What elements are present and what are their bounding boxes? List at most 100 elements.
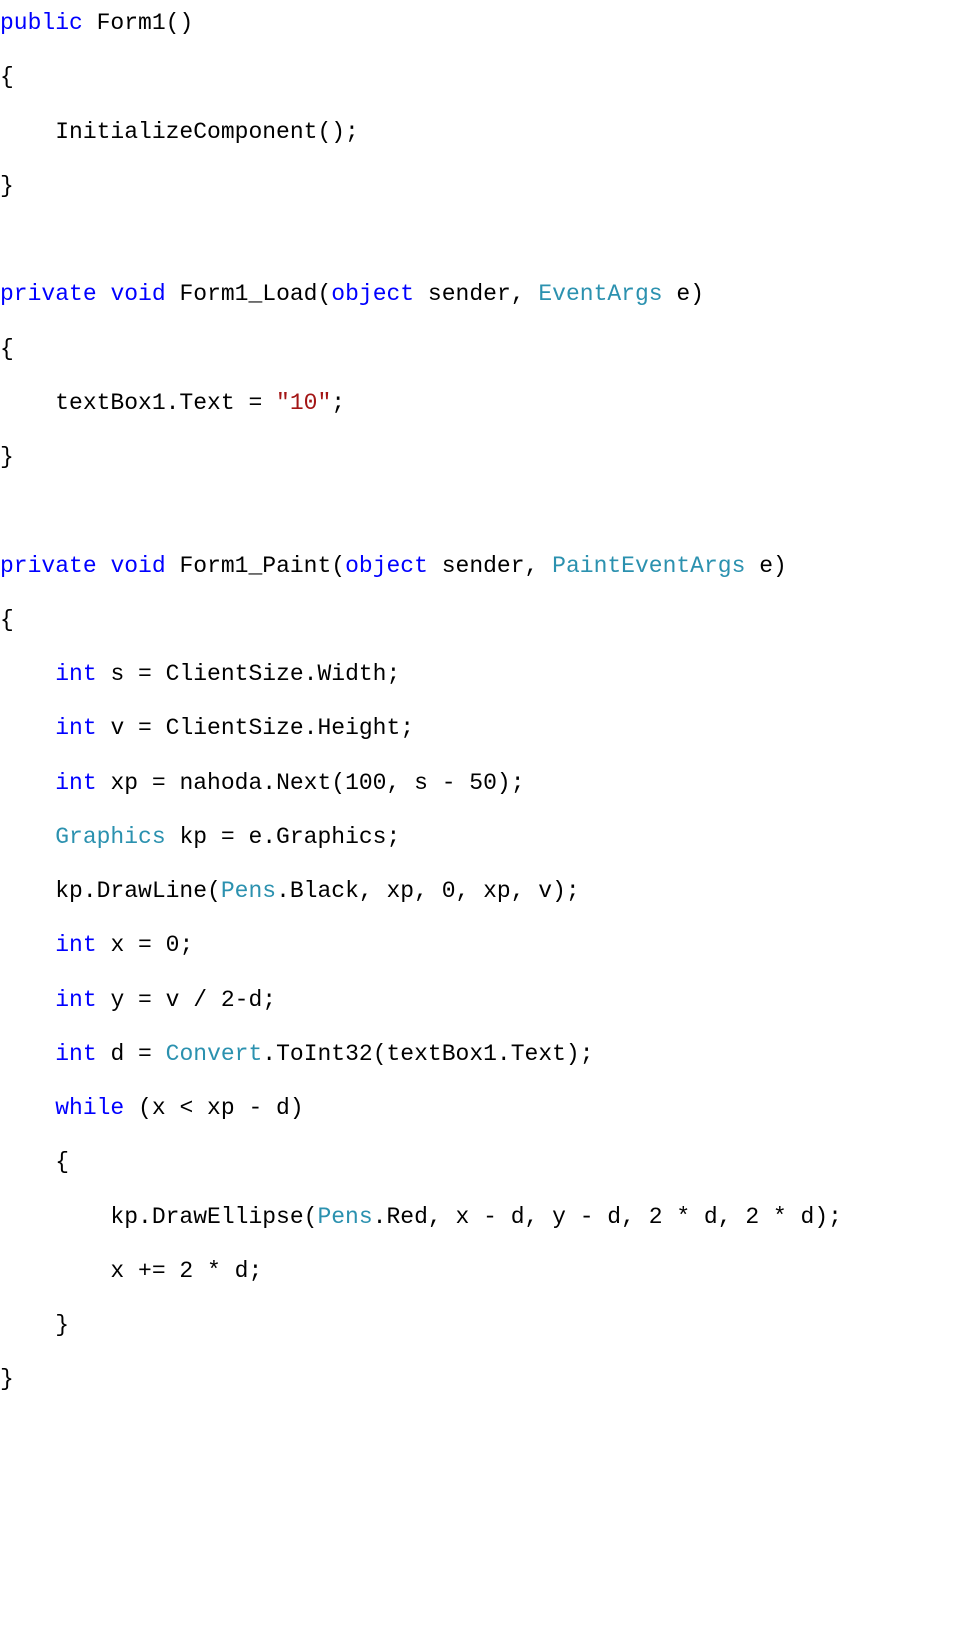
- code-line: while (x < xp - d): [0, 1095, 960, 1122]
- code-line: [0, 227, 960, 254]
- code-line: [0, 1231, 960, 1258]
- code-line: {: [0, 64, 960, 91]
- code-token: Form1_Paint(: [166, 553, 345, 579]
- code-line: [0, 254, 960, 281]
- code-line: public Form1(): [0, 10, 960, 37]
- code-token: void: [110, 553, 165, 579]
- code-token: [0, 770, 55, 796]
- code-line: private void Form1_Load(object sender, E…: [0, 281, 960, 308]
- code-line: [0, 91, 960, 118]
- code-token: {: [0, 1149, 69, 1175]
- code-token: }: [0, 173, 14, 199]
- code-line: [0, 905, 960, 932]
- code-token: [0, 1041, 55, 1067]
- code-line: x += 2 * d;: [0, 1258, 960, 1285]
- code-token: PaintEventArgs: [552, 553, 745, 579]
- code-token: int: [55, 932, 96, 958]
- code-token: [0, 1095, 55, 1121]
- code-token: (x < xp - d): [124, 1095, 303, 1121]
- code-token: int: [55, 715, 96, 741]
- code-line: private void Form1_Paint(object sender, …: [0, 553, 960, 580]
- code-token: {: [0, 607, 14, 633]
- code-token: object: [331, 281, 414, 307]
- code-token: d =: [97, 1041, 166, 1067]
- code-line: }: [0, 1366, 960, 1393]
- code-token: Form1(): [83, 10, 193, 36]
- code-token: int: [55, 987, 96, 1013]
- code-line: }: [0, 1312, 960, 1339]
- code-token: kp.DrawEllipse(: [0, 1204, 317, 1230]
- code-line: [0, 200, 960, 227]
- code-line: [0, 1285, 960, 1312]
- code-token: EventArgs: [538, 281, 662, 307]
- code-line: kp.DrawLine(Pens.Black, xp, 0, xp, v);: [0, 878, 960, 905]
- code-token: v = ClientSize.Height;: [97, 715, 414, 741]
- code-line: [0, 1339, 960, 1366]
- code-token: textBox1.Text =: [0, 390, 276, 416]
- code-token: void: [110, 281, 165, 307]
- code-token: .Red, x - d, y - d, 2 * d, 2 * d);: [373, 1204, 842, 1230]
- code-token: int: [55, 770, 96, 796]
- code-token: [97, 553, 111, 579]
- code-line: {: [0, 1149, 960, 1176]
- code-token: }: [0, 1366, 14, 1392]
- code-line: }: [0, 444, 960, 471]
- code-token: Pens: [221, 878, 276, 904]
- code-line: [0, 959, 960, 986]
- code-line: Graphics kp = e.Graphics;: [0, 824, 960, 851]
- code-token: private: [0, 281, 97, 307]
- code-line: int xp = nahoda.Next(100, s - 50);: [0, 770, 960, 797]
- code-token: Graphics: [55, 824, 165, 850]
- code-token: {: [0, 336, 14, 362]
- code-line: [0, 1014, 960, 1041]
- code-token: Form1_Load(: [166, 281, 332, 307]
- code-token: .ToInt32(textBox1.Text);: [262, 1041, 593, 1067]
- code-line: textBox1.Text = "10";: [0, 390, 960, 417]
- code-line: {: [0, 336, 960, 363]
- code-line: [0, 634, 960, 661]
- code-token: }: [0, 444, 14, 470]
- code-block: public Form1() { InitializeComponent(); …: [0, 10, 960, 1393]
- code-token: y = v / 2-d;: [97, 987, 276, 1013]
- code-token: xp = nahoda.Next(100, s - 50);: [97, 770, 525, 796]
- code-token: public: [0, 10, 83, 36]
- code-line: int d = Convert.ToInt32(textBox1.Text);: [0, 1041, 960, 1068]
- code-token: x = 0;: [97, 932, 194, 958]
- code-token: Convert: [166, 1041, 263, 1067]
- code-line: int y = v / 2-d;: [0, 987, 960, 1014]
- code-line: }: [0, 173, 960, 200]
- code-token: ;: [331, 390, 345, 416]
- code-line: [0, 851, 960, 878]
- code-line: [0, 1068, 960, 1095]
- code-line: [0, 1122, 960, 1149]
- code-line: [0, 417, 960, 444]
- code-token: kp.DrawLine(: [0, 878, 221, 904]
- document-page: public Form1() { InitializeComponent(); …: [0, 0, 960, 1649]
- code-line: int s = ClientSize.Width;: [0, 661, 960, 688]
- code-line: [0, 37, 960, 64]
- code-token: InitializeComponent();: [0, 119, 359, 145]
- code-token: [0, 715, 55, 741]
- code-token: .Black, xp, 0, xp, v);: [276, 878, 580, 904]
- code-line: [0, 797, 960, 824]
- code-line: [0, 1176, 960, 1203]
- code-line: [0, 308, 960, 335]
- code-token: sender,: [428, 553, 552, 579]
- code-token: e): [745, 553, 786, 579]
- code-token: x += 2 * d;: [0, 1258, 262, 1284]
- code-line: int v = ClientSize.Height;: [0, 715, 960, 742]
- code-line: [0, 688, 960, 715]
- code-token: {: [0, 64, 14, 90]
- code-token: object: [345, 553, 428, 579]
- code-line: int x = 0;: [0, 932, 960, 959]
- code-token: int: [55, 1041, 96, 1067]
- code-token: [0, 824, 55, 850]
- code-token: private: [0, 553, 97, 579]
- code-line: kp.DrawEllipse(Pens.Red, x - d, y - d, 2…: [0, 1204, 960, 1231]
- code-token: sender,: [414, 281, 538, 307]
- code-token: e): [663, 281, 704, 307]
- code-token: while: [55, 1095, 124, 1121]
- code-line: [0, 146, 960, 173]
- code-token: "10": [276, 390, 331, 416]
- code-token: int: [55, 661, 96, 687]
